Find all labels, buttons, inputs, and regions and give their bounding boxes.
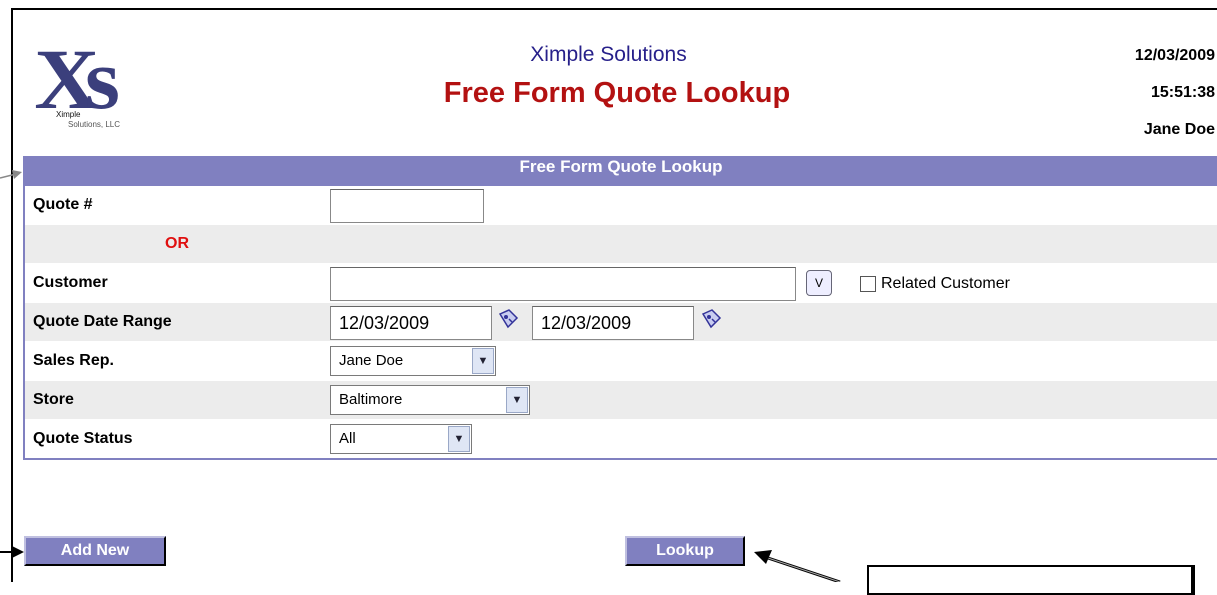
annotation-arrow-lookup-highlight: [764, 556, 841, 582]
annotation-arrowhead-heading: [12, 170, 22, 179]
annotation-arrows: [0, 170, 841, 582]
annotation-arrowhead-add-new: [12, 546, 24, 558]
